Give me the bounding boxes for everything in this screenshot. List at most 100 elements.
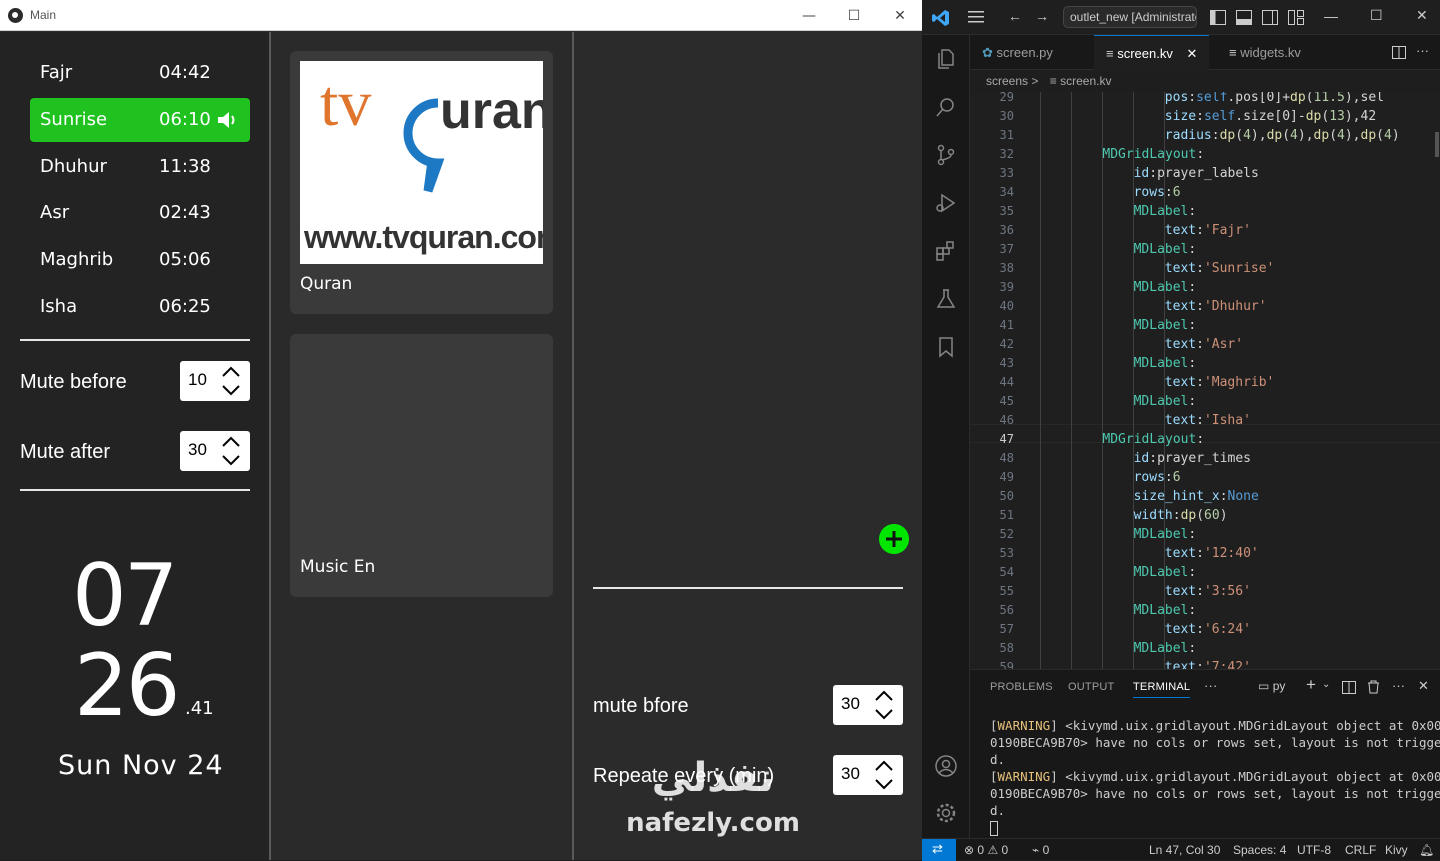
- tab-screen-kv[interactable]: ≡ screen.kv ✕: [1094, 35, 1209, 70]
- mute-before-spinner[interactable]: 10: [180, 361, 250, 401]
- chevron-down-icon[interactable]: [873, 777, 895, 791]
- mute-after-spinner[interactable]: 30: [180, 431, 250, 471]
- close-button[interactable]: ✕: [1416, 7, 1428, 24]
- chevron-down-icon[interactable]: [220, 383, 242, 397]
- code-line: text:'Dhuhur': [1164, 299, 1267, 314]
- code-line: rows:6: [1133, 470, 1181, 485]
- toggle-sidebar-icon[interactable]: [1210, 10, 1226, 25]
- editor-scrollbar[interactable]: [1435, 132, 1439, 157]
- bookmark-icon[interactable]: [934, 335, 958, 359]
- customize-layout-icon[interactable]: [1288, 10, 1304, 25]
- chevron-up-icon[interactable]: [873, 759, 895, 773]
- tab-problems[interactable]: PROBLEMS: [990, 681, 1053, 693]
- speaker-icon[interactable]: [218, 111, 238, 129]
- settings-gear-icon[interactable]: [934, 801, 958, 825]
- problems-status[interactable]: ⊗ 0 ⚠ 0: [964, 843, 1008, 857]
- media-card-music-en[interactable]: Music En: [290, 334, 553, 597]
- testing-icon[interactable]: [934, 287, 958, 311]
- minimize-button[interactable]: —: [786, 0, 832, 31]
- back-arrow-icon[interactable]: ←: [1008, 8, 1022, 24]
- terminal-line: 0190BECA9B70> have no cols or rows set, …: [990, 786, 1440, 801]
- explorer-icon[interactable]: [934, 47, 958, 71]
- chevron-up-icon[interactable]: [873, 689, 895, 703]
- media-card-quran[interactable]: tv uran www.tvquran.com Quran: [290, 51, 553, 314]
- repeat-spinner[interactable]: 30: [833, 755, 903, 795]
- tab-terminal[interactable]: TERMINAL: [1133, 681, 1191, 698]
- tab-screen-py[interactable]: ✿ screen.py: [970, 35, 1094, 70]
- trash-icon[interactable]: [1367, 680, 1380, 694]
- prayer-time: 11:38: [159, 156, 211, 177]
- tab-output[interactable]: OUTPUT: [1068, 681, 1114, 693]
- search-icon[interactable]: [934, 95, 958, 119]
- split-editor-icon[interactable]: [1392, 46, 1406, 59]
- kivy-app-icon: [8, 8, 23, 23]
- mute-before-spinner[interactable]: 30: [833, 685, 903, 725]
- toggle-secondary-sidebar-icon[interactable]: [1262, 10, 1278, 25]
- eol-status[interactable]: CRLF: [1345, 843, 1376, 857]
- terminal-shell-selector[interactable]: ▭ py: [1258, 679, 1285, 693]
- prayer-row-maghrib[interactable]: Maghrib 05:06: [30, 238, 250, 282]
- new-terminal-icon[interactable]: +: [1306, 675, 1316, 695]
- thumb-text: uran: [440, 82, 543, 140]
- indentation-status[interactable]: Spaces: 4: [1233, 843, 1286, 857]
- tab-close-icon[interactable]: ✕: [1186, 46, 1197, 61]
- extensions-icon[interactable]: [934, 239, 958, 263]
- minimize-button[interactable]: —: [1324, 8, 1338, 24]
- notifications-bell-icon[interactable]: 🔔︎: [1419, 843, 1434, 857]
- code-line: text:'Isha': [1164, 413, 1251, 428]
- spinner-value[interactable]: 30: [841, 694, 860, 714]
- python-file-icon: ✿: [982, 45, 993, 60]
- chevron-up-icon[interactable]: [220, 365, 242, 379]
- chevron-up-icon[interactable]: [220, 435, 242, 449]
- card-label: Music En: [300, 557, 376, 577]
- prayer-row-dhuhur[interactable]: Dhuhur 11:38: [30, 145, 250, 189]
- panel-more-icon[interactable]: ···: [1204, 678, 1218, 693]
- menu-icon[interactable]: [968, 11, 984, 23]
- code-line: MDLabel:: [1133, 280, 1197, 295]
- line-number: 55: [999, 584, 1014, 598]
- prayer-row-isha[interactable]: Isha 06:25: [30, 285, 250, 329]
- more-actions-icon[interactable]: ···: [1416, 43, 1429, 58]
- encoding-status[interactable]: UTF-8: [1297, 843, 1331, 857]
- add-button[interactable]: [879, 524, 909, 554]
- spinner-value[interactable]: 10: [188, 370, 207, 390]
- breadcrumb-file[interactable]: screen.kv: [1060, 74, 1111, 88]
- prayer-row-sunrise[interactable]: Sunrise 06:10: [30, 98, 250, 142]
- forward-arrow-icon[interactable]: →: [1035, 8, 1049, 24]
- code-line: rows:6: [1133, 185, 1181, 200]
- chevron-down-icon[interactable]: ⌄: [1322, 679, 1330, 690]
- panel-actions-more-icon[interactable]: ···: [1392, 678, 1405, 693]
- prayer-row-asr[interactable]: Asr 02:43: [30, 191, 250, 235]
- chevron-down-icon[interactable]: [873, 707, 895, 721]
- prayer-row-fajr[interactable]: Fajr 04:42: [30, 51, 250, 95]
- code-editor[interactable]: 29 30 31 32 33 34 35 36 37 38 39 40 41 42 43 44 45 46 47 48…: [970, 92, 1440, 669]
- language-mode[interactable]: Kivy: [1385, 843, 1408, 857]
- prayer-name: Sunrise: [40, 109, 108, 130]
- kv-file-icon: ≡: [1229, 45, 1237, 60]
- ports-status[interactable]: ⌁ 0: [1032, 843, 1049, 857]
- toggle-panel-icon[interactable]: [1236, 10, 1252, 25]
- prayer-name: Isha: [40, 296, 78, 317]
- command-center-search[interactable]: outlet_new [Administrator]: [1063, 6, 1197, 28]
- account-icon[interactable]: [934, 754, 958, 778]
- remote-indicator[interactable]: ⇄: [922, 839, 956, 861]
- split-terminal-icon[interactable]: [1342, 681, 1356, 694]
- source-control-icon[interactable]: [934, 143, 958, 167]
- spinner-value[interactable]: 30: [841, 764, 860, 784]
- code-line: MDLabel:: [1133, 394, 1197, 409]
- maximize-button[interactable]: ☐: [831, 0, 877, 31]
- cursor-position[interactable]: Ln 47, Col 30: [1149, 843, 1220, 857]
- code-line: MDLabel:: [1133, 641, 1197, 656]
- close-panel-icon[interactable]: ✕: [1418, 678, 1429, 694]
- maximize-button[interactable]: ☐: [1370, 7, 1383, 24]
- terminal-cursor: [990, 821, 998, 836]
- chevron-down-icon[interactable]: [220, 453, 242, 467]
- tab-widgets-kv[interactable]: ≡ widgets.kv: [1209, 35, 1324, 70]
- terminal-line: 0190BECA9B70> have no cols or rows set, …: [990, 735, 1440, 750]
- close-button[interactable]: ✕: [877, 0, 923, 31]
- spinner-value[interactable]: 30: [188, 440, 207, 460]
- run-debug-icon[interactable]: [934, 191, 958, 215]
- code-line: MDLabel:: [1133, 527, 1197, 542]
- breadcrumb-folder[interactable]: screens: [986, 74, 1028, 88]
- code-line: MDLabel:: [1133, 318, 1197, 333]
